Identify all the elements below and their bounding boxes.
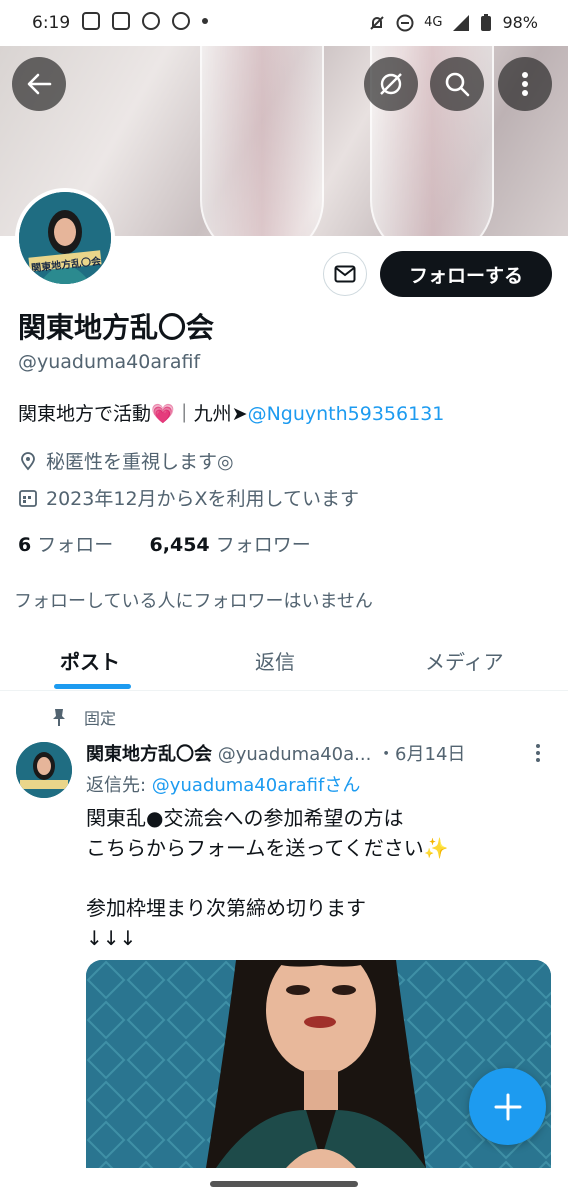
location-text: 秘匿性を重視します◎	[46, 451, 234, 473]
following-label: フォロー	[37, 534, 114, 556]
banner-glass	[200, 46, 324, 236]
status-right: 4G 98%	[368, 13, 538, 32]
battery-percent: 98%	[502, 13, 538, 32]
notification-icons	[82, 12, 208, 30]
network-type: 4G	[424, 15, 443, 30]
pinned-text: 固定	[84, 709, 117, 728]
post-author-handle[interactable]: @yuaduma40a...	[218, 744, 372, 765]
post-line: こちらからフォームを送ってください✨	[86, 836, 449, 860]
following-count: 6	[18, 534, 32, 556]
mail-icon	[334, 265, 356, 283]
post-media-image[interactable]	[86, 960, 551, 1168]
location-icon	[21, 451, 35, 470]
more-button[interactable]	[498, 57, 552, 111]
more-notifications-dot	[202, 18, 208, 24]
active-tab-indicator	[54, 684, 131, 689]
threads-icon	[172, 12, 190, 30]
profile-avatar[interactable]: 関東地方乱〇会	[15, 188, 115, 288]
followers-count: 6,454	[149, 534, 210, 556]
followers-label: フォロワー	[215, 534, 311, 556]
profile-bio: 関東地方で活動💗｜九州➤@Nguynth59356131	[18, 399, 444, 426]
pin-icon	[53, 709, 65, 726]
profile-handle: @yuaduma40arafif	[18, 351, 201, 373]
post-reply-to: 返信先: @yuaduma40arafifさん	[86, 771, 360, 797]
tab-posts[interactable]: ポスト	[60, 646, 120, 675]
status-bar: 6:19 4G 98%	[0, 0, 568, 46]
profile-joined: 2023年12月からXを利用しています	[18, 484, 359, 511]
post-date[interactable]: ・6月14日	[377, 744, 465, 765]
dnd-icon	[396, 14, 414, 31]
pinned-label: 固定	[52, 705, 116, 729]
tab-media[interactable]: メディア	[425, 646, 504, 675]
post-line: ↓↓↓	[86, 926, 137, 950]
signal-icon	[453, 14, 470, 31]
follow-button[interactable]: フォローする	[380, 251, 552, 297]
compose-post-button[interactable]	[469, 1068, 546, 1145]
instagram-icon	[82, 12, 100, 30]
home-gesture-pill[interactable]	[210, 1181, 358, 1187]
reply-prefix: 返信先:	[86, 775, 152, 796]
post-header: 関東地方乱〇会 @yuaduma40a... ・6月14日	[86, 740, 465, 766]
profile-tabs: ポスト 返信 メディア	[0, 630, 568, 691]
system-nav-bar	[0, 1168, 568, 1200]
post-author-avatar[interactable]	[16, 742, 72, 798]
profile-name: 関東地方乱〇会	[18, 311, 215, 344]
media-illustration	[86, 960, 551, 1168]
calendar-icon	[19, 489, 37, 507]
mail-app-icon	[112, 12, 130, 30]
followers-link[interactable]: 6,454 フォロワー	[150, 534, 311, 556]
back-arrow-icon	[27, 73, 52, 95]
reply-to-link[interactable]: @yuaduma40arafifさん	[152, 775, 361, 796]
post-more-button[interactable]	[536, 744, 540, 765]
profile-location: 秘匿性を重視します◎	[18, 447, 234, 474]
post-author-name[interactable]: 関東地方乱〇会	[86, 744, 212, 765]
search-button[interactable]	[430, 57, 484, 111]
back-button[interactable]	[12, 57, 66, 111]
follow-counts: 6 フォロー 6,454 フォロワー	[18, 530, 311, 557]
tab-replies[interactable]: 返信	[255, 646, 295, 675]
more-vertical-icon	[522, 72, 528, 96]
post-line: 関東乱●交流会への参加希望の方は	[86, 806, 404, 830]
post-body[interactable]: 関東乱●交流会への参加希望の方は こちらからフォームを送ってください✨ 参加枠埋…	[86, 803, 449, 953]
following-link[interactable]: 6 フォロー	[18, 534, 113, 556]
search-icon	[445, 72, 470, 97]
battery-icon	[481, 13, 492, 31]
bio-text: 関東地方で活動💗｜九州➤	[18, 403, 248, 425]
post-avatar-illustration	[16, 742, 72, 798]
hide-button[interactable]	[364, 57, 418, 111]
message-button[interactable]	[323, 252, 367, 296]
bio-mention-link[interactable]: @Nguynth59356131	[248, 403, 445, 425]
hide-icon	[380, 73, 402, 95]
line-icon	[142, 12, 160, 30]
joined-text: 2023年12月からXを利用しています	[46, 488, 359, 510]
status-time: 6:19	[32, 13, 71, 33]
plus-icon	[494, 1093, 521, 1120]
post-line: 参加枠埋まり次第締め切ります	[86, 896, 366, 920]
mute-icon	[370, 15, 384, 30]
known-followers-note: フォローしている人にフォロワーはいません	[14, 591, 373, 612]
